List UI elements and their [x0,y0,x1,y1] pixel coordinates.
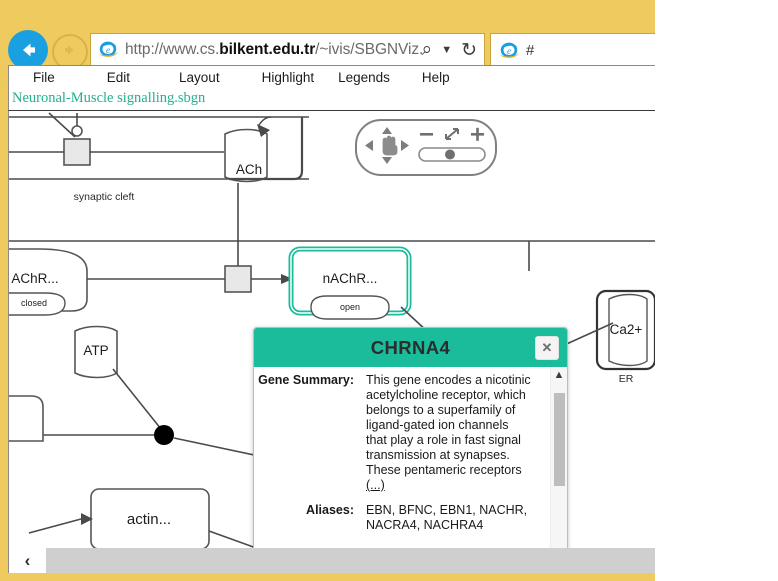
screenshot-root: e http://www.cs.bilkent.edu.tr/~ivis/SBG… [0,0,778,581]
node-label-ca2plus: Ca2+ [609,322,643,337]
url-domain: bilkent.edu.tr [219,41,316,58]
popup-row-gene-summary: Gene Summary: This gene encodes a nicoti… [254,373,538,493]
popup-row-value: This gene encodes a nicotinic acetylchol… [366,373,538,493]
scrollbar-thumb[interactable] [554,393,565,486]
chevron-down-icon[interactable]: ▼ [441,44,452,56]
address-bar[interactable]: e http://www.cs.bilkent.edu.tr/~ivis/SBG… [90,33,485,67]
browser-tab[interactable]: e # [490,33,655,67]
gene-info-popup[interactable]: CHRNA4 ✕ Gene Summary: This gene encodes… [253,327,568,555]
canvas-horizontal-scrollbar[interactable]: ‹ [8,548,655,573]
popup-row-key: Gene Summary: [258,373,354,387]
chevron-down-icon [382,157,392,164]
svg-text:e: e [507,45,511,55]
node-label-achr-closed: AChR... [11,271,59,286]
search-icon[interactable]: ⌕ [422,39,433,61]
scroll-left-icon[interactable]: ‹ [9,548,46,573]
popup-body: Gene Summary: This gene encodes a nicoti… [254,367,567,554]
menu-item-file[interactable]: File [31,70,57,85]
node-label-ach: ACh [235,162,263,177]
forward-arrow-icon [61,41,79,64]
popup-more-link[interactable]: (...) [366,478,385,492]
chevron-left-icon [365,140,373,151]
url-suffix: /~ivis/SBGNViz.as [315,41,421,58]
svg-text:e: e [106,45,110,55]
popup-row-aliases: Aliases: EBN, BFNC, EBN1, NACHR, NACRA4,… [254,503,538,533]
chevron-up-icon [382,127,392,134]
menu-item-help[interactable]: Help [420,70,452,85]
window-left-border [0,89,8,573]
popup-vertical-scrollbar[interactable]: ▲ [550,367,567,554]
tab-label: # [526,42,535,59]
pan-zoom-graphics [365,127,486,164]
scrollbar-track[interactable] [46,548,655,573]
chevron-up-icon[interactable]: ▲ [551,367,567,383]
window-bottom-border [0,573,655,581]
back-arrow-icon [17,39,39,61]
menu-item-highlight[interactable]: Highlight [260,70,317,85]
internet-explorer-icon: e [97,39,119,61]
popup-rows: Gene Summary: This gene encodes a nicoti… [254,373,538,543]
zoom-out-icon [420,133,433,136]
fit-to-screen-icon [445,128,459,140]
node-label-atp: ATP [83,343,109,358]
node-label-actin: actin... [126,511,172,528]
popup-header: CHRNA4 ✕ [254,328,567,367]
popup-title: CHRNA4 [370,336,451,358]
close-icon[interactable]: ✕ [535,336,559,360]
menu-item-edit[interactable]: Edit [105,70,132,85]
node-state-nachr-open: open [339,302,361,312]
node-label-synaptic-cleft: synaptic cleft [73,191,135,203]
back-button[interactable] [8,30,48,70]
menu-item-layout[interactable]: Layout [177,70,222,85]
popup-row-key: Aliases: [306,503,354,517]
node-state-achr-closed: closed [20,298,47,308]
popup-summary-text: This gene encodes a nicotinic acetylchol… [366,373,531,477]
pan-zoom-widget[interactable] [355,119,497,176]
browser-window: e http://www.cs.bilkent.edu.tr/~ivis/SBG… [0,0,655,581]
document-tab-row: Neuronal-Muscle signalling.sbgn [8,89,655,110]
refresh-icon[interactable]: ↻ [461,39,477,62]
zoom-slider-thumb [445,149,455,160]
document-title: Neuronal-Muscle signalling.sbgn [12,90,206,106]
window-titlebar [0,0,655,22]
url-text: http://www.cs.bilkent.edu.tr/~ivis/SBGNV… [125,41,422,59]
menu-item-legends[interactable]: Legends [336,70,392,85]
node-label-nachr-open: nAChR... [322,271,378,286]
zoom-in-icon [471,127,484,141]
app-menu-bar: File Edit Layout Highlight Legends Help [8,65,655,89]
url-prefix: http://www.cs. [125,41,220,58]
chevron-right-icon [401,140,409,151]
node-label-er: ER [618,373,634,385]
popup-row-value: EBN, BFNC, EBN1, NACHR, NACRA4, NACHRA4 [366,503,528,532]
internet-explorer-icon: e [498,40,520,62]
